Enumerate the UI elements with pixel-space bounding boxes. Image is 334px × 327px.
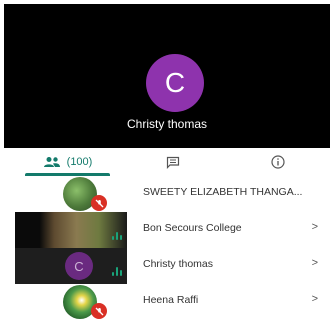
side-panel-tabs: (100) xyxy=(15,148,330,177)
participant-list: SWEETY ELIZABETH THANGA... Bon Secours C… xyxy=(15,176,330,320)
participant-avatar: C xyxy=(65,252,93,280)
stage-avatar: C xyxy=(146,54,204,112)
participant-row[interactable]: SWEETY ELIZABETH THANGA... xyxy=(15,176,330,212)
tab-chat[interactable] xyxy=(120,148,225,176)
info-icon xyxy=(270,155,285,169)
chevron-right-icon[interactable]: > xyxy=(312,257,318,269)
participant-name: Heena Raffi xyxy=(143,294,199,306)
speaking-indicator-icon xyxy=(112,266,122,276)
chat-icon xyxy=(166,156,180,169)
tab-people[interactable]: (100) xyxy=(15,148,120,176)
participant-name: Bon Secours College xyxy=(143,222,242,234)
main-video-stage: C Christy thomas xyxy=(4,4,330,148)
participant-name: Christy thomas xyxy=(143,258,214,270)
people-icon xyxy=(43,156,61,168)
chevron-right-icon[interactable]: > xyxy=(312,293,318,305)
people-count: (100) xyxy=(66,156,93,168)
speaking-indicator-icon xyxy=(112,230,122,240)
meeting-screen: C Christy thomas (100) SWEETY ELIZABETH … xyxy=(0,0,334,327)
participant-name: SWEETY ELIZABETH THANGA... xyxy=(143,186,303,198)
participant-row[interactable]: C Christy thomas > xyxy=(15,248,330,284)
chevron-right-icon[interactable]: > xyxy=(312,221,318,233)
participant-row[interactable]: Bon Secours College > xyxy=(15,212,330,248)
participant-row[interactable]: Heena Raffi > xyxy=(15,284,330,320)
stage-participant-name: Christy thomas xyxy=(126,117,208,131)
mic-off-icon xyxy=(91,303,107,319)
mic-off-icon xyxy=(91,195,107,211)
tab-info[interactable] xyxy=(225,148,330,176)
participant-video-thumbnail xyxy=(15,212,127,248)
